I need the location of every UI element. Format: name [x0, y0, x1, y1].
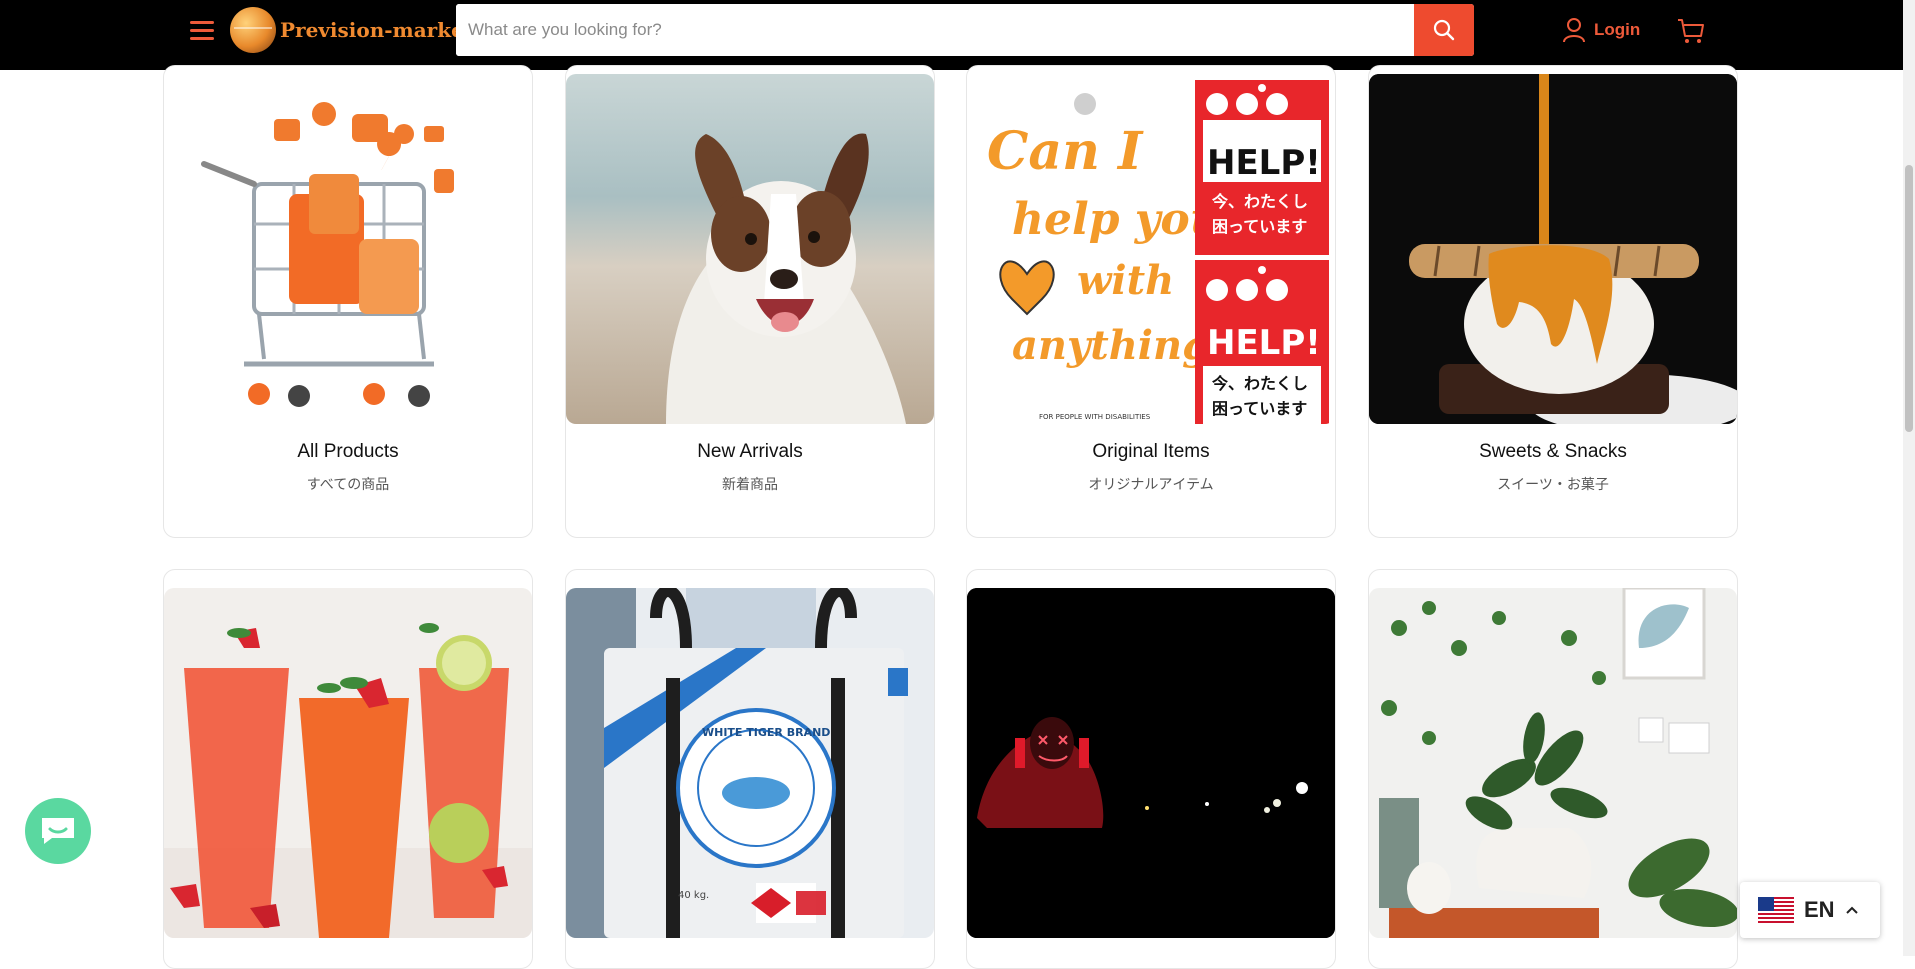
help-jp-line-2: 困っています: [1212, 217, 1307, 236]
page-scrollbar[interactable]: [1903, 0, 1915, 956]
category-title: Sweets & Snacks: [1479, 441, 1627, 462]
language-code: EN: [1804, 897, 1835, 922]
logo-text: Prevision-market: [280, 18, 474, 42]
category-title: Original Items: [1092, 441, 1210, 462]
poster-line-3: with: [1077, 257, 1174, 304]
category-image: [1369, 74, 1737, 424]
chevron-up-icon: [1845, 906, 1858, 914]
category-image: WHITE TIGER BRAND 40 kg.: [566, 588, 934, 938]
cart-button[interactable]: [1676, 16, 1706, 46]
login-link[interactable]: Login: [1562, 16, 1640, 44]
search-button[interactable]: [1414, 4, 1474, 56]
help-jp-line-1: 今、わたくし: [1211, 192, 1308, 211]
category-card[interactable]: [1368, 569, 1738, 969]
site-logo[interactable]: Prevision-market: [230, 0, 473, 60]
ice-cream-dessert-photo: [1369, 74, 1737, 424]
category-image: [566, 74, 934, 424]
cement-bag-tote-photo: WHITE TIGER BRAND 40 kg.: [566, 588, 934, 938]
scrollbar-thumb[interactable]: [1905, 165, 1913, 432]
site-header: Prevision-market Login: [0, 0, 1915, 70]
tote-weight-text: 40 kg.: [678, 890, 709, 901]
poster-line-2: help you: [1012, 194, 1222, 245]
neon-mask-dark-photo: [967, 588, 1335, 938]
houseplants-shelf-photo: [1369, 588, 1737, 938]
category-image: [164, 588, 532, 938]
category-title: New Arrivals: [697, 441, 803, 462]
user-icon: [1563, 18, 1585, 43]
dog-photo: [566, 74, 934, 424]
category-image: [967, 588, 1335, 938]
help-card-poster: Can I help you with anything? FOR PEOPLE…: [987, 80, 1329, 424]
help-icon-label-1: 痛 漢: [1207, 120, 1221, 128]
search-input[interactable]: [456, 4, 1412, 56]
help-icon-label-2: 体調不良: [1237, 120, 1261, 128]
category-image: [1369, 588, 1737, 938]
category-subtitle: スイーツ・お菓子: [1497, 476, 1609, 492]
globe-logo-icon: [230, 7, 276, 53]
category-card[interactable]: WHITE TIGER BRAND 40 kg.: [565, 569, 935, 969]
tote-brand-text: WHITE TIGER BRAND: [702, 726, 830, 739]
category-subtitle: 新着商品: [722, 476, 778, 492]
poster-footer: FOR PEOPLE WITH DISABILITIES: [1039, 413, 1151, 421]
category-title: All Products: [297, 441, 399, 462]
category-card-sweets-snacks[interactable]: Sweets & Snacks スイーツ・お菓子: [1368, 65, 1738, 538]
chat-button[interactable]: [25, 798, 91, 864]
category-card-all-products[interactable]: All Products すべての商品: [163, 65, 533, 538]
help-tag-bottom: HELP! 今、わたくし 困っています: [1195, 260, 1329, 424]
help-word: HELP!: [1207, 143, 1321, 183]
category-card[interactable]: [966, 569, 1336, 969]
help-icon-label-3: トラブル: [1267, 120, 1291, 128]
help-jp-line-1: 今、わたくし: [1211, 374, 1308, 393]
help-word: HELP!: [1207, 323, 1321, 363]
category-subtitle: オリジナルアイテム: [1088, 476, 1214, 492]
cart-icon: [1678, 19, 1704, 43]
category-subtitle: すべての商品: [306, 476, 390, 492]
language-switcher[interactable]: EN: [1740, 882, 1880, 938]
category-card[interactable]: [163, 569, 533, 969]
chat-icon: [42, 818, 74, 844]
search-bar: [456, 4, 1474, 56]
search-icon: [1433, 19, 1455, 41]
category-image: [164, 74, 532, 424]
us-flag-icon: [1758, 897, 1794, 923]
category-image: Can I help you with anything? FOR PEOPLE…: [967, 74, 1335, 424]
help-tag-top: 痛 漢 体調不良 トラブル HELP! 今、わたくし 困っています: [1195, 80, 1329, 255]
shopping-cart-illustration: [201, 102, 454, 407]
login-label: Login: [1594, 20, 1641, 39]
hamburger-menu-icon[interactable]: [188, 16, 218, 44]
category-card-original-items[interactable]: Can I help you with anything? FOR PEOPLE…: [966, 65, 1336, 538]
category-card-new-arrivals[interactable]: New Arrivals 新着商品: [565, 65, 935, 538]
help-jp-line-2: 困っています: [1212, 399, 1307, 418]
strawberry-drinks-photo: [164, 588, 532, 938]
poster-line-1: Can I: [987, 121, 1144, 182]
